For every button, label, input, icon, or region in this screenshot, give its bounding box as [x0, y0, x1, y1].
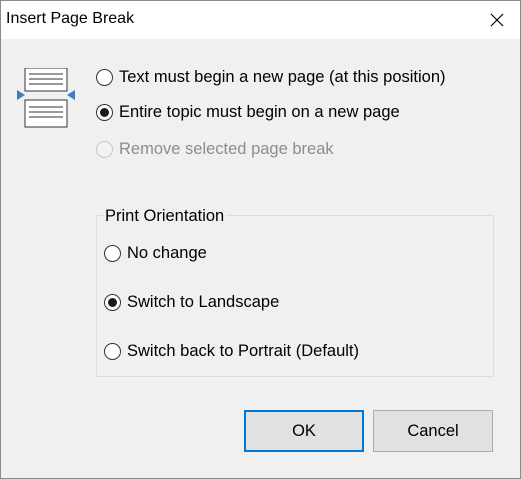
- radio-button[interactable]: [104, 343, 121, 360]
- option-remove-page-break: Remove selected page break: [96, 140, 334, 159]
- option-label: Text must begin a new page (at this posi…: [119, 68, 446, 86]
- option-label: Remove selected page break: [119, 140, 334, 158]
- ok-button[interactable]: OK: [244, 410, 364, 452]
- group-title: Print Orientation: [103, 207, 227, 226]
- option-label: No change: [127, 244, 207, 262]
- option-label: Entire topic must begin on a new page: [119, 103, 400, 121]
- radio-button[interactable]: [104, 294, 121, 311]
- title-bar: Insert Page Break: [1, 1, 520, 39]
- radio-selected-dot: [108, 298, 117, 307]
- dialog-title: Insert Page Break: [6, 10, 135, 27]
- option-label: Switch back to Portrait (Default): [127, 342, 359, 360]
- radio-button[interactable]: [104, 245, 121, 262]
- page-break-icon: [17, 67, 77, 128]
- cancel-button[interactable]: Cancel: [373, 410, 493, 452]
- option-topic-new-page[interactable]: Entire topic must begin on a new page: [96, 103, 400, 122]
- close-icon: [490, 13, 504, 27]
- radio-button: [96, 141, 113, 158]
- close-button[interactable]: [474, 1, 520, 39]
- option-text-new-page[interactable]: Text must begin a new page (at this posi…: [96, 68, 446, 87]
- radio-button[interactable]: [96, 69, 113, 86]
- radio-button[interactable]: [96, 104, 113, 121]
- option-label: Switch to Landscape: [127, 293, 280, 311]
- orientation-portrait[interactable]: Switch back to Portrait (Default): [104, 342, 359, 361]
- orientation-no-change[interactable]: No change: [104, 244, 207, 263]
- orientation-landscape[interactable]: Switch to Landscape: [104, 293, 279, 312]
- radio-selected-dot: [100, 108, 109, 117]
- insert-page-break-dialog: Insert Page Break Text must begin a new …: [0, 0, 521, 479]
